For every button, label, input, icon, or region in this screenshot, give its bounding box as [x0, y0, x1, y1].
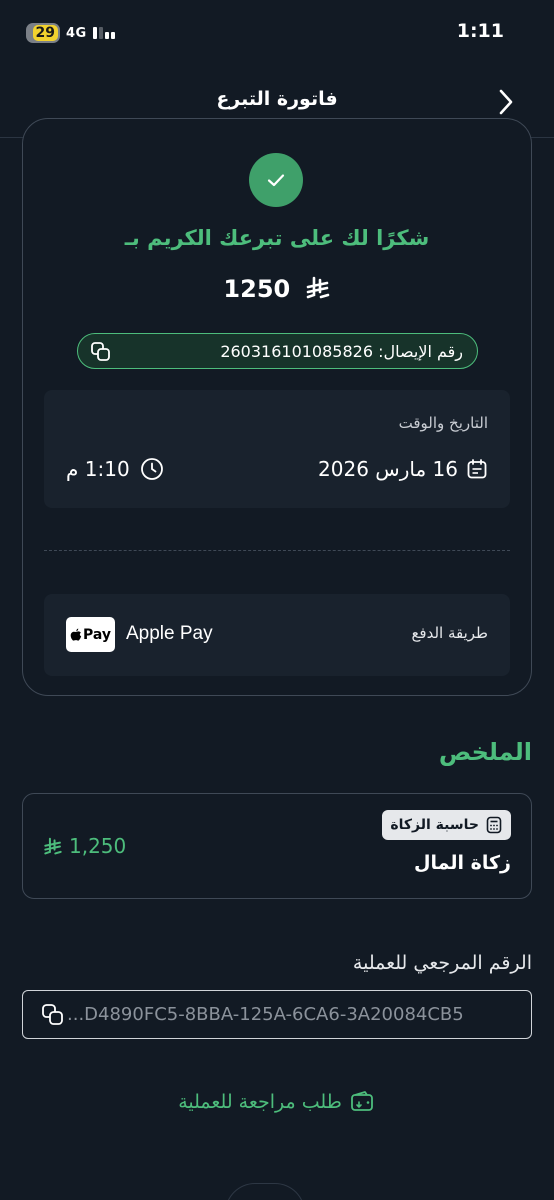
calendar-icon: [467, 459, 487, 479]
reference-label: الرقم المرجعي للعملية: [352, 952, 532, 974]
wallet-refresh-icon: [350, 1091, 373, 1111]
payment-method-label: طريقة الدفع: [411, 624, 488, 642]
time-value: 1:10 م: [66, 457, 130, 481]
time-row: 1:10 م: [66, 457, 164, 481]
battery-icon: 29: [26, 23, 60, 43]
copy-icon[interactable]: [90, 341, 112, 367]
clock-icon: [140, 458, 163, 480]
summary-title: الملخص: [438, 738, 532, 766]
reference-value: ...D4890FC5-8BBA-125A-6CA6-3A20084CB5: [67, 1004, 464, 1025]
apple-pay-badge-text: Pay: [82, 626, 112, 643]
apple-logo-icon: [70, 628, 82, 641]
payment-method-box: طريقة الدفع Pay Apple Pay: [44, 594, 510, 676]
divider: [44, 550, 510, 551]
payment-method-name: Apple Pay: [126, 623, 213, 644]
datetime-box: التاريخ والوقت 16 مارس 2026 1:10 م: [44, 390, 510, 508]
datetime-label: التاريخ والوقت: [398, 414, 488, 432]
zakat-calculator-badge: حاسبة الزكاة: [382, 810, 511, 840]
riyal-symbol-icon: [306, 276, 329, 299]
receipt-number-pill[interactable]: رقم الإيصال: 260316101085826: [77, 333, 478, 369]
receipt-number: رقم الإيصال: 260316101085826: [220, 342, 463, 361]
status-indicators: 29 4G: [26, 22, 115, 44]
thanks-message: شكرًا لك على تبرعك الكريم بـ: [124, 226, 430, 250]
clock: 1:11: [456, 20, 504, 42]
donation-amount: 1250: [0, 275, 554, 303]
zakat-item-amount: 1,250: [43, 834, 126, 858]
back-button[interactable]: [492, 86, 520, 118]
page-title: فاتورة التبرع: [216, 88, 338, 110]
zakat-badge-label: حاسبة الزكاة: [390, 817, 479, 833]
summary-card: حاسبة الزكاة زكاة المال 1,250: [22, 793, 532, 899]
calculator-icon: [486, 816, 502, 834]
status-bar: 29 4G 1:11: [0, 0, 554, 66]
bottom-ornament: [225, 1183, 305, 1200]
request-review-link[interactable]: طلب مراجعة للعملية: [0, 1090, 554, 1114]
network-type: 4G: [66, 25, 87, 41]
battery-level: 29: [32, 25, 58, 41]
signal-icon: [92, 27, 115, 39]
success-check-icon: [249, 153, 303, 207]
zakat-amount-value: 1,250: [69, 834, 127, 858]
date-row: 16 مارس 2026: [318, 457, 488, 481]
amount-value: 1250: [223, 275, 291, 303]
date-value: 16 مارس 2026: [318, 457, 458, 481]
request-review-label: طلب مراجعة للعملية: [178, 1091, 342, 1113]
copy-icon[interactable]: [41, 1003, 65, 1031]
apple-pay-badge: Pay: [66, 617, 115, 652]
reference-field[interactable]: ...D4890FC5-8BBA-125A-6CA6-3A20084CB5: [22, 990, 532, 1039]
chevron-right-icon: [499, 89, 513, 115]
zakat-item-name: زكاة المال: [414, 852, 511, 874]
riyal-symbol-icon: [44, 837, 62, 854]
